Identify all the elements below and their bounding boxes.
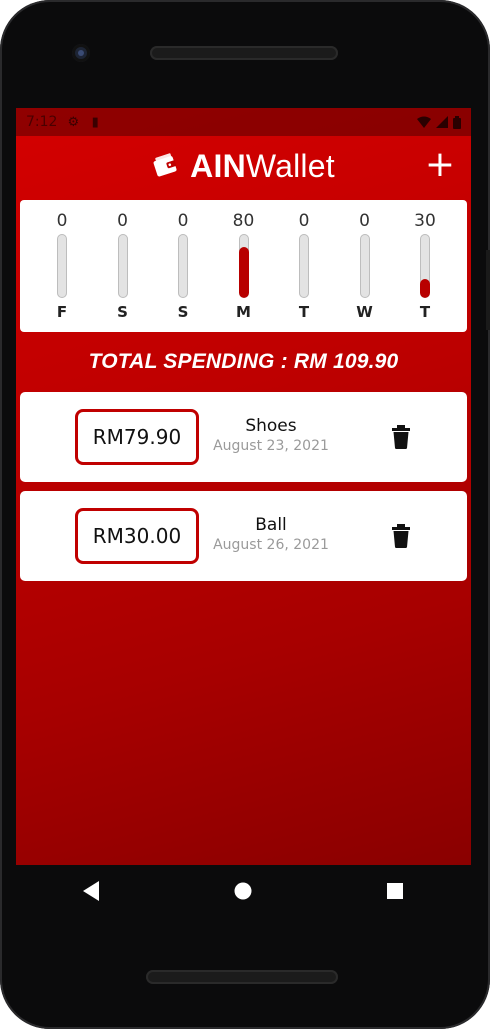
bar-value-label: 80 xyxy=(232,211,255,231)
transaction-list: RM79.90 Shoes August 23, 2021 RM30.00 Ba… xyxy=(16,392,471,581)
chart-bars: 0 F 0 S 0 S 80 M 0 T 0 W 30 T xyxy=(20,200,467,321)
bar-day-label: T xyxy=(419,303,431,321)
signal-icon xyxy=(436,116,448,128)
bar-day-label: S xyxy=(177,303,189,321)
bar-day-label: W xyxy=(356,303,373,321)
trash-icon xyxy=(392,524,410,548)
front-camera xyxy=(72,44,90,62)
battery-icon xyxy=(453,115,461,129)
bar-value-label: 0 xyxy=(56,211,68,231)
delete-button[interactable] xyxy=(390,425,412,449)
home-icon xyxy=(234,882,252,900)
side-button xyxy=(486,250,490,330)
bar-value-label: 0 xyxy=(177,211,189,231)
bar-track xyxy=(57,234,67,298)
bar-track xyxy=(238,234,249,298)
transaction-amount: RM79.90 xyxy=(75,409,199,465)
transaction-title: Shoes xyxy=(245,416,297,436)
back-icon xyxy=(82,881,99,901)
brand-regular: Wallet xyxy=(245,147,335,184)
earpiece-speaker xyxy=(150,46,338,60)
bar-value-label: 0 xyxy=(298,211,310,231)
weekly-spending-chart: 0 F 0 S 0 S 80 M 0 T 0 W 30 T xyxy=(20,200,467,332)
total-spending: TOTAL SPENDING : RM 109.90 xyxy=(88,350,399,373)
back-button[interactable] xyxy=(72,871,112,911)
bar-column: 80 M xyxy=(222,210,266,321)
transaction-card[interactable]: RM79.90 Shoes August 23, 2021 xyxy=(20,392,467,482)
bar xyxy=(420,278,430,298)
bar-day-label: F xyxy=(56,303,68,321)
status-time: 7:12 xyxy=(26,114,58,130)
bar-column: 0F xyxy=(40,210,84,321)
gear-icon: ⚙ xyxy=(67,115,80,130)
bar-day-label: M xyxy=(236,303,251,321)
bar-track xyxy=(178,234,188,298)
status-bar: 7:12 ⚙ ▮ xyxy=(16,108,471,136)
transaction-amount: RM30.00 xyxy=(75,508,199,564)
bar-value-label: 0 xyxy=(359,211,370,231)
brand-bold: AIN xyxy=(190,147,246,184)
bar-track xyxy=(299,234,309,298)
bar-column: 0S xyxy=(101,210,145,321)
add-transaction-button[interactable]: + xyxy=(423,147,457,183)
home-button[interactable] xyxy=(223,871,263,911)
bar-track xyxy=(420,234,430,298)
delete-button[interactable] xyxy=(390,524,412,548)
wallet-icon xyxy=(153,153,177,177)
recents-icon xyxy=(387,883,404,899)
sd-card-icon: ▮ xyxy=(91,115,99,130)
recents-button[interactable] xyxy=(375,871,415,911)
bar-day-label: S xyxy=(117,303,128,321)
bar-value-label: 0 xyxy=(117,211,128,231)
bar-track xyxy=(117,234,128,298)
bar-value-label: 30 xyxy=(414,211,436,231)
trash-icon xyxy=(392,425,410,449)
app-screen: 7:12 ⚙ ▮ AINWallet + 0 F 0 S 0 S 80 M 0 … xyxy=(16,108,471,865)
bar-column: 0W xyxy=(343,210,387,321)
bar-column: 0S xyxy=(161,210,205,321)
app-bar: AINWallet + xyxy=(16,136,471,196)
bar-day-label: T xyxy=(298,303,310,321)
bar xyxy=(238,246,249,298)
transaction-date: August 26, 2021 xyxy=(213,537,329,553)
bottom-speaker xyxy=(146,970,338,984)
transaction-title: Ball xyxy=(255,515,287,535)
wifi-icon xyxy=(417,116,431,128)
bar-track xyxy=(359,234,370,298)
transaction-date: August 23, 2021 xyxy=(213,438,329,454)
app-logo: AINWallet xyxy=(152,148,335,185)
transaction-card[interactable]: RM30.00 Ball August 26, 2021 xyxy=(20,491,467,581)
phone-frame: 7:12 ⚙ ▮ AINWallet + 0 F 0 S 0 S 80 M 0 … xyxy=(0,0,490,1029)
bar-column: 30 T xyxy=(403,210,447,321)
android-nav-bar xyxy=(16,865,471,917)
bar-column: 0T xyxy=(282,210,326,321)
